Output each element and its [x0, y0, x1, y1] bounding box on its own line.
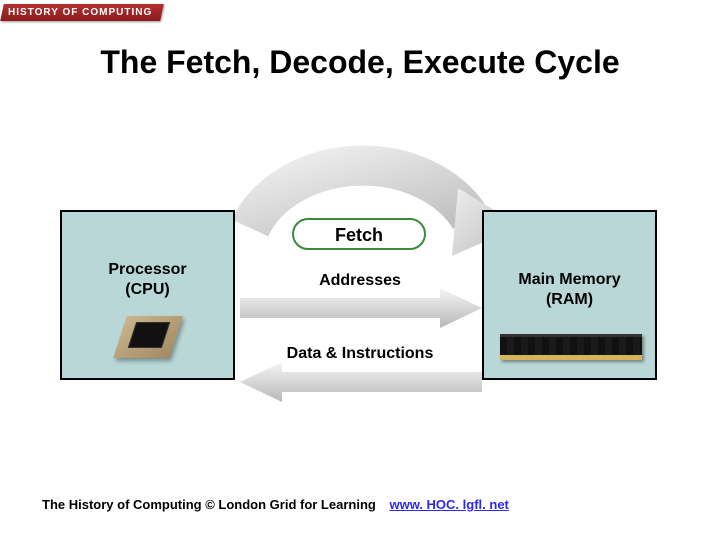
- brand-badge-text: HISTORY OF COMPUTING: [8, 7, 152, 18]
- addresses-arrow-icon: [240, 288, 482, 328]
- footer: The History of Computing © London Grid f…: [42, 497, 509, 512]
- footer-link[interactable]: www. HOC. lgfl. net: [389, 497, 508, 512]
- slide-title: The Fetch, Decode, Execute Cycle: [0, 44, 720, 81]
- cpu-label: Processor (CPU): [62, 260, 233, 300]
- data-instructions-label: Data & Instructions: [255, 345, 465, 363]
- cpu-box: Processor (CPU): [60, 210, 235, 380]
- ram-stick-icon: [500, 334, 642, 360]
- ram-label: Main Memory (RAM): [484, 270, 655, 310]
- brand-badge: HISTORY OF COMPUTING: [0, 4, 164, 21]
- ram-box: Main Memory (RAM): [482, 210, 657, 380]
- data-arrow-icon: [240, 362, 482, 402]
- stage-pill: Fetch: [292, 218, 426, 250]
- cpu-chip-icon: [102, 316, 188, 372]
- footer-text: The History of Computing © London Grid f…: [42, 497, 376, 512]
